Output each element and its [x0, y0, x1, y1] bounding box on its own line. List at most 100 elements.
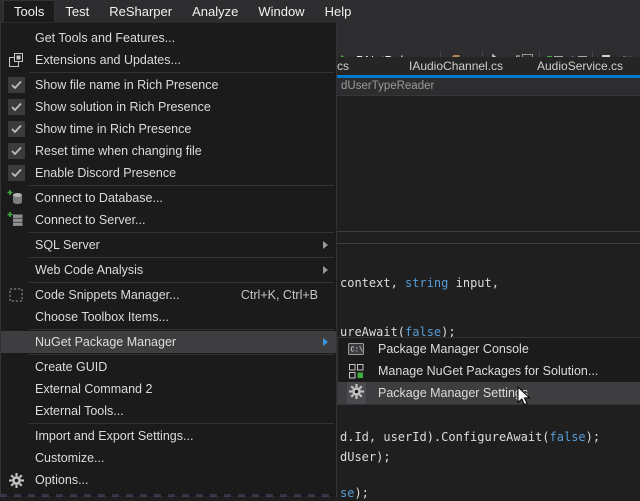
tab-document-partial[interactable]: cs [337, 57, 349, 75]
menu-item-label: Manage NuGet Packages for Solution... [378, 364, 598, 378]
empty-icon-slot [6, 29, 26, 47]
empty-icon-slot [6, 380, 26, 398]
menu-item-label: Create GUID [35, 360, 107, 374]
menubar-item-resharper[interactable]: ReSharper [99, 0, 182, 22]
menubar-item-help[interactable]: Help [315, 0, 362, 22]
empty-icon-slot [6, 308, 26, 326]
menu-item-label: Enable Discord Presence [35, 166, 176, 180]
menubar-item-window[interactable]: Window [248, 0, 314, 22]
menu-item-enable-discord-presence[interactable]: Enable Discord Presence [1, 162, 336, 184]
menu-separator [29, 282, 334, 283]
editor-divider-line [337, 243, 640, 244]
menu-item-label: External Command 2 [35, 382, 152, 396]
menu-item-shortcut: Ctrl+K, Ctrl+B [241, 288, 318, 302]
menu-item-label: NuGet Package Manager [35, 335, 176, 349]
menu-separator [29, 329, 334, 330]
menu-item-customize[interactable]: Customize... [1, 447, 336, 469]
menu-item-show-solution-in-rich-presence[interactable]: Show solution in Rich Presence [1, 96, 336, 118]
menu-item-label: Package Manager Settings [378, 386, 528, 400]
menu-separator [29, 72, 334, 73]
menu-item-sql-server[interactable]: SQL Server [1, 234, 336, 256]
empty-icon-slot [6, 427, 26, 445]
checkmark-icon [6, 76, 26, 94]
menu-item-nuget-package-manager[interactable]: NuGet Package Manager [1, 331, 336, 353]
menu-item-label: Connect to Server... [35, 213, 145, 227]
menu-item-label: Import and Export Settings... [35, 429, 193, 443]
empty-icon-slot [6, 236, 26, 254]
menubar-item-test[interactable]: Test [55, 0, 99, 22]
tab-audioservice[interactable]: AudioService.cs [537, 57, 623, 75]
console-icon: C:\ [345, 340, 367, 358]
menu-separator [29, 423, 334, 424]
menu-item-label: External Tools... [35, 404, 124, 418]
code-line: dUser); [340, 450, 391, 465]
menubar-item-tools[interactable]: Tools [3, 0, 55, 22]
checkmark-icon [6, 164, 26, 182]
server-add-icon [6, 211, 26, 229]
snippets-icon [6, 286, 26, 304]
tools-menu: Get Tools and Features... Extensions and … [0, 22, 337, 497]
menu-item-label: Show time in Rich Presence [35, 122, 191, 136]
submenu-arrow-icon [323, 338, 328, 346]
menu-item-options[interactable]: Options... [1, 469, 336, 491]
menu-item-label: Web Code Analysis [35, 263, 143, 277]
empty-icon-slot [6, 333, 26, 351]
menu-item-code-snippets-manager[interactable]: Code Snippets Manager... Ctrl+K, Ctrl+B [1, 284, 336, 306]
database-add-icon [6, 189, 26, 207]
menu-item-connect-to-server[interactable]: Connect to Server... [1, 209, 336, 231]
menu-item-label: Connect to Database... [35, 191, 163, 205]
empty-icon-slot [6, 449, 26, 467]
checkmark-icon [6, 142, 26, 160]
empty-icon-slot [6, 358, 26, 376]
menu-item-external-command-2[interactable]: External Command 2 [1, 378, 336, 400]
menu-separator [29, 185, 334, 186]
breadcrumb[interactable]: dUserTypeReader [341, 80, 434, 92]
submenu-arrow-icon [323, 241, 328, 249]
menu-item-label: Get Tools and Features... [35, 31, 175, 45]
menu-item-label: Package Manager Console [378, 342, 529, 356]
menu-item-connect-to-database[interactable]: Connect to Database... [1, 187, 336, 209]
checkmark-icon [6, 120, 26, 138]
code-line: se); [340, 486, 369, 501]
menu-item-label: Extensions and Updates... [35, 53, 181, 67]
menu-item-show-time-in-rich-presence[interactable]: Show time in Rich Presence [1, 118, 336, 140]
menu-item-get-tools-and-features[interactable]: Get Tools and Features... [1, 27, 336, 49]
code-line: context, string input, [340, 276, 499, 291]
menu-item-label: Show solution in Rich Presence [35, 100, 211, 114]
gear-icon [345, 384, 367, 402]
menu-item-label: Choose Toolbox Items... [35, 310, 169, 324]
menu-item-manage-nuget-packages-for-solution[interactable]: Manage NuGet Packages for Solution... [338, 360, 640, 382]
menu-separator [29, 354, 334, 355]
empty-icon-slot [6, 261, 26, 279]
menu-item-web-code-analysis[interactable]: Web Code Analysis [1, 259, 336, 281]
menu-separator [29, 257, 334, 258]
gear-icon [6, 471, 26, 489]
menu-item-label: Code Snippets Manager... [35, 288, 180, 302]
editor-divider-line [337, 231, 640, 232]
menubar-item-analyze[interactable]: Analyze [182, 0, 248, 22]
menu-bar: ToolsTestReSharperAnalyzeWindowHelp [0, 0, 640, 22]
menu-item-import-and-export-settings[interactable]: Import and Export Settings... [1, 425, 336, 447]
svg-text:C:\: C:\ [351, 347, 364, 355]
code-line: d.Id, userId).ConfigureAwait(false); [340, 430, 600, 445]
menu-item-label: Options... [35, 473, 89, 487]
extensions-icon [6, 51, 26, 69]
menu-item-show-file-name-in-rich-presence[interactable]: Show file name in Rich Presence [1, 74, 336, 96]
checkmark-icon [6, 98, 26, 116]
menu-item-choose-toolbox-items[interactable]: Choose Toolbox Items... [1, 306, 336, 328]
mouse-cursor [517, 386, 532, 411]
tab-iaudiochannel[interactable]: IAudioChannel.cs [409, 57, 503, 75]
menu-item-package-manager-settings[interactable]: Package Manager Settings [338, 382, 640, 404]
menu-item-label: Reset time when changing file [35, 144, 202, 158]
menu-item-label: Show file name in Rich Presence [35, 78, 218, 92]
menu-item-extensions-and-updates[interactable]: Extensions and Updates... [1, 49, 336, 71]
empty-icon-slot [6, 402, 26, 420]
menu-item-label: SQL Server [35, 238, 100, 252]
menu-item-reset-time-when-changing-file[interactable]: Reset time when changing file [1, 140, 336, 162]
menu-item-package-manager-console[interactable]: C:\ Package Manager Console [338, 338, 640, 360]
menu-item-create-guid[interactable]: Create GUID [1, 356, 336, 378]
menu-separator [29, 232, 334, 233]
nuget-package-manager-submenu: C:\ Package Manager Console Manage NuGet P… [337, 337, 640, 405]
submenu-arrow-icon [323, 266, 328, 274]
menu-item-external-tools[interactable]: External Tools... [1, 400, 336, 422]
